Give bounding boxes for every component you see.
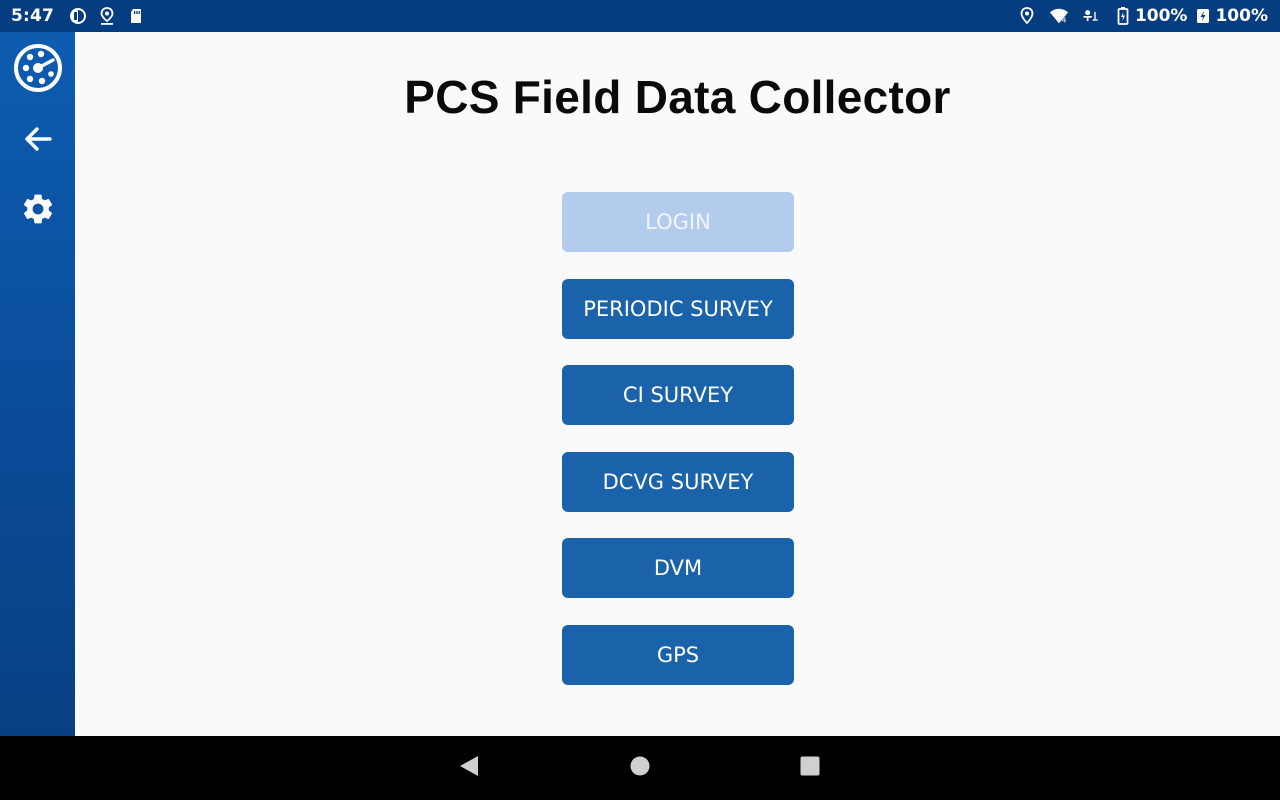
battery-percentage: 100% — [1134, 6, 1188, 26]
back-button[interactable] — [0, 111, 75, 171]
status-left: 5:47 — [11, 6, 155, 26]
periodic-survey-button[interactable]: PERIODIC SURVEY — [562, 279, 794, 339]
dcvg-survey-button[interactable]: DCVG SURVEY — [562, 452, 794, 512]
sd-card-icon — [126, 6, 146, 26]
wifi-icon: 4 — [1049, 6, 1069, 26]
status-time: 5:47 — [11, 6, 55, 26]
back-arrow-icon — [22, 123, 54, 160]
gps-button[interactable]: GPS — [562, 625, 794, 685]
home-circle-icon — [629, 755, 651, 782]
battery-charging-icon — [1193, 6, 1213, 26]
dvm-button[interactable]: DVM — [562, 538, 794, 598]
main-content: PCS Field Data Collector LOGIN PERIODIC … — [75, 32, 1280, 736]
nav-back-button[interactable] — [449, 748, 489, 788]
navigation-bar — [0, 736, 1280, 800]
settings-gear-icon — [20, 191, 56, 232]
ci-survey-button[interactable]: CI SURVEY — [562, 365, 794, 425]
side-rail — [0, 32, 75, 736]
back-triangle-icon — [458, 754, 480, 783]
battery-icon — [1113, 6, 1133, 26]
status-right: 4 100% 100% — [1011, 6, 1268, 26]
location-pin-icon — [97, 6, 117, 26]
location-icon — [1017, 6, 1037, 26]
recents-square-icon — [799, 755, 821, 782]
settings-button[interactable] — [0, 181, 75, 241]
login-button[interactable]: LOGIN — [562, 192, 794, 252]
page-title: PCS Field Data Collector — [404, 71, 951, 123]
svg-text:4: 4 — [1062, 15, 1067, 24]
app-notification-icon — [68, 6, 88, 26]
signal-icon — [1081, 6, 1101, 26]
status-bar: 5:47 4 100% 100% — [0, 0, 1280, 32]
nav-home-button[interactable] — [620, 748, 660, 788]
app-logo-button[interactable] — [0, 40, 75, 100]
battery-percentage-secondary: 100% — [1215, 6, 1268, 26]
nav-recents-button[interactable] — [790, 748, 830, 788]
app-logo-icon — [13, 43, 63, 98]
